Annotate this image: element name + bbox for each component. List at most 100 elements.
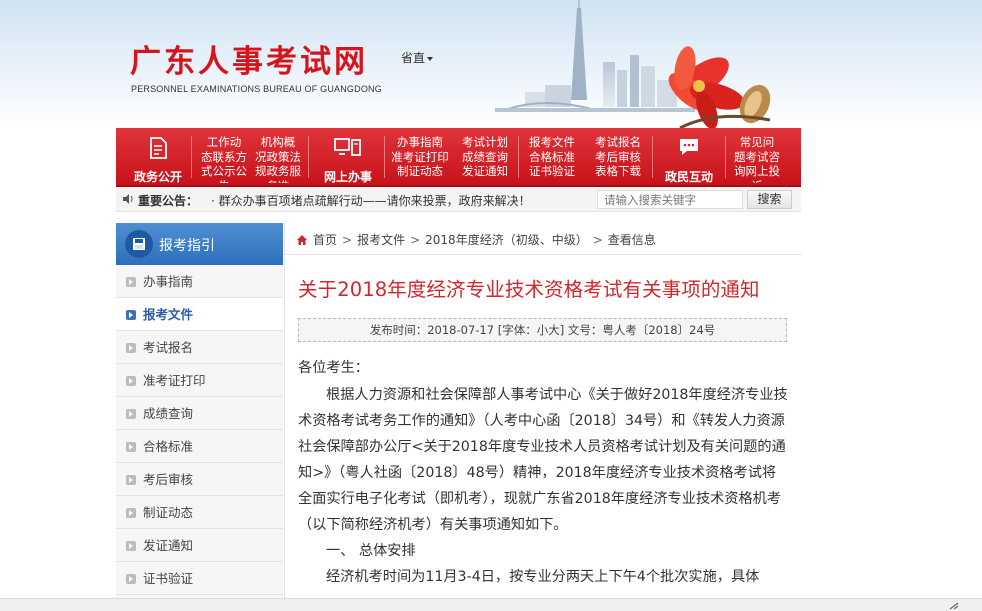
nav-link[interactable]: 询网上投 <box>733 164 781 179</box>
arrow-bullet-icon <box>126 409 136 419</box>
nav-link[interactable]: 况政策法 <box>254 150 302 165</box>
arrow-bullet-icon <box>126 343 136 353</box>
nav-link[interactable]: 务准 <box>254 179 302 183</box>
arrow-bullet-icon <box>126 310 136 320</box>
sidebar-item-registration[interactable]: 考试报名 <box>116 331 283 364</box>
breadcrumb-separator: > <box>592 233 603 247</box>
computer-icon <box>334 138 361 156</box>
nav-link[interactable]: 常见问 <box>733 135 781 150</box>
nav-link-part: 考试咨 <box>745 149 781 164</box>
nav-link[interactable]: 工作动 <box>200 135 248 150</box>
nav-link[interactable]: 规政务服 <box>254 164 302 179</box>
font-size-large-link[interactable]: 大 <box>548 323 560 337</box>
sidebar-item-label: 证书验证 <box>143 571 194 586</box>
nav-column-2: 机构概 况政策法 规政务服 务准 <box>254 135 302 183</box>
nav-label: 网上办事 <box>323 170 372 184</box>
status-strip <box>0 598 982 611</box>
nav-government-affairs[interactable]: 政务公开 <box>122 128 194 185</box>
nav-link-part: 务 <box>267 179 279 183</box>
arrow-bullet-icon <box>126 574 136 584</box>
sidebar-item-certificate-notice[interactable]: 发证通知 <box>116 529 283 562</box>
breadcrumb-economics-2018[interactable]: 2018年度经济（初级、中级） <box>425 233 588 247</box>
nav-link[interactable]: 成绩查询 <box>456 150 514 165</box>
sidebar-item-admission-ticket[interactable]: 准考证打印 <box>116 364 283 397</box>
article-panel: 首页 > 报考文件 >2018年度经济（初级、中级） > 查看信息 关于2018年度经济专… <box>284 223 802 611</box>
nav-link-part: 印 <box>437 149 449 164</box>
article-paragraph: 根据人力资源和社会保障部人事考试中心《关于做好2018年度经济专业技术资格考试考… <box>298 387 788 533</box>
nav-divider <box>384 136 385 178</box>
font-size-small-link[interactable]: 小 <box>537 323 549 337</box>
nav-column-3: 办事指南 准考证打印 制证动态 <box>391 135 449 183</box>
sidebar-item-label: 合格标准 <box>143 439 194 454</box>
meta-document-number: ] 文号：粤人考〔2018〕24号 <box>559 323 716 337</box>
nav-link-part: 规 <box>255 164 267 179</box>
sidebar-item-guide[interactable]: 办事指南 <box>116 265 283 298</box>
nav-link[interactable]: 态联系方 <box>200 150 248 165</box>
nav-public-interaction[interactable]: 政民互动 <box>654 128 724 185</box>
sidebar-item-pass-standard[interactable]: 合格标准 <box>116 430 283 463</box>
nav-link[interactable]: 办事指南 <box>391 135 449 150</box>
nav-link[interactable]: 证书验证 <box>523 164 581 179</box>
nav-link[interactable]: 机构概 <box>254 135 302 150</box>
arrow-bullet-icon <box>126 376 136 386</box>
sidebar-item-exam-documents[interactable]: 报考文件 <box>116 298 283 331</box>
nav-link[interactable]: 考后审核 <box>589 150 647 165</box>
speaker-icon <box>123 194 133 204</box>
nav-link[interactable]: 表格下载 <box>589 164 647 179</box>
sidebar-item-certificate-verify[interactable]: 证书验证 <box>116 562 283 595</box>
article-section-heading: 一、 总体安排 <box>326 543 416 559</box>
nav-divider <box>308 136 309 178</box>
nav-link[interactable]: 告 <box>200 179 248 183</box>
arrow-bullet-icon <box>126 442 136 452</box>
nav-label: 政民互动 <box>664 170 713 184</box>
sidebar-title: 报考指引 <box>159 238 215 254</box>
notice-link[interactable]: · 群众办事百项堵点疏解行动——请你来投票，政府来解决！ <box>211 192 531 209</box>
search-input[interactable] <box>597 190 743 209</box>
nav-link-part: 式 <box>201 164 213 179</box>
sidebar-header: 报考指引 <box>116 223 283 265</box>
sidebar-item-label: 成绩查询 <box>143 406 194 421</box>
nav-link[interactable]: 题考试咨 <box>733 150 781 165</box>
site-logo-text[interactable]: 广东人事考试网 <box>130 36 368 81</box>
site-header: 广东人事考试网 PERSONNEL EXAMINATIONS BUREAU OF… <box>0 0 982 128</box>
notice-label: 重要公告： <box>138 194 199 208</box>
breadcrumb-separator: > <box>410 233 421 247</box>
nav-link[interactable]: 考试报名 <box>589 135 647 150</box>
region-select-label: 省直 <box>401 51 426 65</box>
document-icon <box>150 137 167 159</box>
nav-link-part: 准考证打 <box>391 149 438 164</box>
nav-online-services[interactable]: 网上办事 <box>312 128 384 185</box>
nav-column-7: 常见问 题考试咨 询网上投 诉 <box>733 135 781 183</box>
breadcrumb-home[interactable]: 首页 <box>313 233 337 247</box>
nav-divider <box>652 136 653 178</box>
resize-grip-icon[interactable] <box>948 601 960 611</box>
article-greeting: 各位考生： <box>298 360 369 376</box>
region-select[interactable]: 省直 <box>401 49 434 66</box>
sidebar-item-label: 报考文件 <box>143 307 194 322</box>
disk-glyph <box>133 238 145 250</box>
nav-link[interactable]: 发证通知 <box>456 164 514 179</box>
nav-link[interactable]: 诉 <box>733 179 781 183</box>
breadcrumb-exam-documents[interactable]: 报考文件 <box>357 233 405 247</box>
site-logo-english: PERSONNEL EXAMINATIONS BUREAU OF GUANGDO… <box>131 84 382 94</box>
nav-link-part: 政策法 <box>266 149 302 164</box>
nav-link[interactable]: 准考证打印 <box>391 150 449 165</box>
nav-link[interactable]: 制证动态 <box>391 164 449 179</box>
notice-bar: 重要公告： · 群众办事百项堵点疏解行动——请你来投票，政府来解决！ 搜索 <box>116 187 801 212</box>
sidebar-item-post-exam-review[interactable]: 考后审核 <box>116 463 283 496</box>
caret-down-icon <box>427 56 434 61</box>
breadcrumb-current: 查看信息 <box>607 233 656 247</box>
arrow-bullet-icon <box>126 541 136 551</box>
sidebar-item-label: 准考证打印 <box>143 373 206 388</box>
nav-link[interactable]: 报考文件 <box>523 135 581 150</box>
sidebar-item-score-query[interactable]: 成绩查询 <box>116 397 283 430</box>
nav-label: 政务公开 <box>133 170 182 184</box>
search-button[interactable]: 搜索 <box>747 190 792 209</box>
nav-link[interactable]: 合格标准 <box>523 150 581 165</box>
sidebar: 报考指引 办事指南 报考文件 考试报名 准考证打印 成绩查询 合格标准 考后审核… <box>116 223 283 611</box>
sidebar-item-certificate-status[interactable]: 制证动态 <box>116 496 283 529</box>
nav-link-part: 况 <box>255 149 267 164</box>
nav-link[interactable]: 考试计划 <box>456 135 514 150</box>
nav-link-part: 政务服 <box>266 164 302 179</box>
nav-link[interactable]: 式公示公 <box>200 164 248 179</box>
